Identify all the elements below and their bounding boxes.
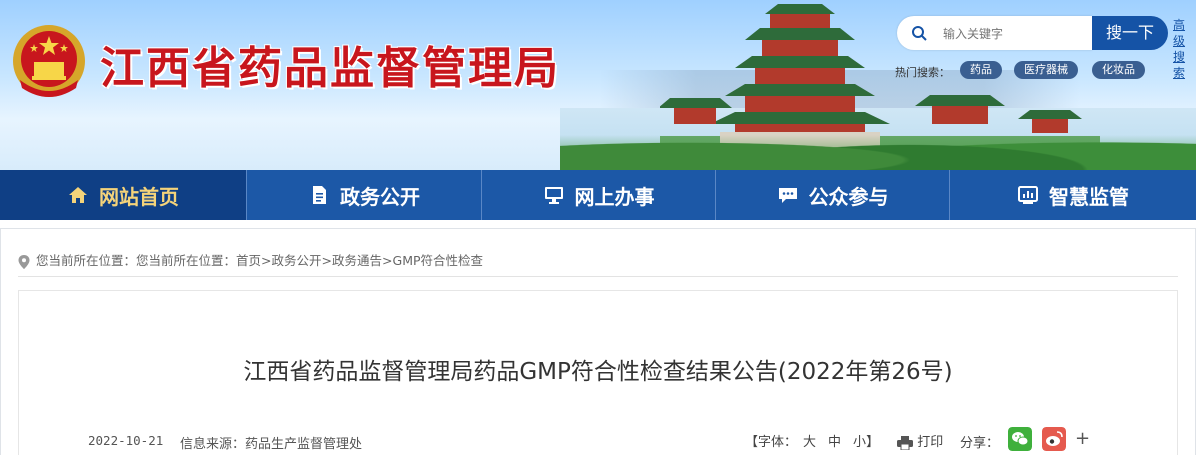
- hot-tag-drugs[interactable]: 药品: [960, 61, 1002, 79]
- document-icon: [313, 185, 326, 204]
- site-title[interactable]: 江西省药品监督管理局: [100, 32, 560, 96]
- hot-search-label: 热门搜索：: [895, 66, 950, 79]
- nav-item-smart-supervision[interactable]: 智慧监管: [949, 170, 1196, 220]
- nav-label-government-affairs: 政务公开: [340, 184, 420, 209]
- font-size-small-button[interactable]: 小: [853, 431, 866, 450]
- font-size-medium-button[interactable]: 中: [828, 431, 841, 450]
- hot-tag-cosmetics[interactable]: 化妆品: [1092, 61, 1145, 79]
- search-box: [897, 16, 1092, 50]
- home-icon: [69, 186, 87, 203]
- print-button[interactable]: 打印: [897, 431, 943, 450]
- font-size-large-button[interactable]: 大: [803, 431, 816, 450]
- location-pin-icon: [18, 254, 30, 269]
- font-size-label: 【字体：: [745, 435, 798, 450]
- weibo-share-icon[interactable]: [1042, 427, 1066, 451]
- breadcrumb-separator: >: [382, 253, 393, 268]
- nav-label-home: 网站首页: [99, 184, 179, 209]
- wechat-share-icon[interactable]: [1008, 427, 1032, 451]
- nav-label-public-participation: 公众参与: [808, 184, 889, 209]
- advanced-search-link[interactable]: 高级搜索: [1173, 17, 1196, 81]
- breadcrumb-notices[interactable]: 政务通告: [332, 253, 382, 268]
- font-size-close: 】: [866, 435, 880, 450]
- share-label: 分享：: [960, 436, 1000, 451]
- nav-item-home[interactable]: 网站首页: [0, 170, 246, 220]
- national-emblem-icon: [13, 25, 85, 97]
- nav-label-online-services: 网上办事: [574, 184, 655, 209]
- publish-date: 2022-10-21: [88, 433, 164, 448]
- nav-item-government-affairs[interactable]: 政务公开: [246, 170, 481, 220]
- main-nav: 网站首页 政务公开 网上办事 公众参与 智慧监管: [0, 170, 1196, 220]
- breadcrumb-gmp-inspection[interactable]: GMP符合性检查: [393, 253, 484, 268]
- share-more-button[interactable]: +: [1075, 428, 1090, 449]
- breadcrumb-divider: [18, 276, 1178, 277]
- print-label: 打印: [917, 435, 944, 450]
- search-input[interactable]: [941, 23, 1085, 45]
- greenery: [560, 120, 1196, 170]
- breadcrumb-government-affairs[interactable]: 政务公开: [272, 253, 322, 268]
- breadcrumb-home[interactable]: 首页: [236, 253, 261, 268]
- monitor-icon: [544, 186, 563, 204]
- article-title: 江西省药品监督管理局药品GMP符合性检查结果公告(2022年第26号): [243, 359, 953, 385]
- hot-tag-medical-devices[interactable]: 医疗器械: [1014, 61, 1078, 79]
- info-source: 信息来源：药品生产监督管理处: [180, 437, 363, 452]
- chat-icon: [778, 187, 797, 203]
- breadcrumb-separator: >: [321, 253, 333, 268]
- nav-item-online-services[interactable]: 网上办事: [481, 170, 715, 220]
- chart-icon: [1018, 185, 1038, 204]
- search-button[interactable]: 搜一下: [1092, 16, 1168, 50]
- breadcrumb: 您当前所在位置：您当前所在位置：首页>政务公开>政务通告>GMP符合性检查: [18, 250, 483, 269]
- breadcrumb-separator: >: [261, 253, 272, 268]
- search-icon: [912, 26, 927, 41]
- printer-icon: [897, 435, 914, 450]
- breadcrumb-prefix: 您当前所在位置：您当前所在位置：: [36, 253, 237, 268]
- article-tools: 【字体： 大中小】 打印: [745, 431, 943, 450]
- nav-item-public-participation[interactable]: 公众参与: [715, 170, 949, 220]
- nav-label-smart-supervision: 智慧监管: [1049, 184, 1129, 209]
- header-banner: 江西省药品监督管理局 搜一下 高级搜索 热门搜索： 药品 医疗器械 化妆品: [0, 0, 1196, 170]
